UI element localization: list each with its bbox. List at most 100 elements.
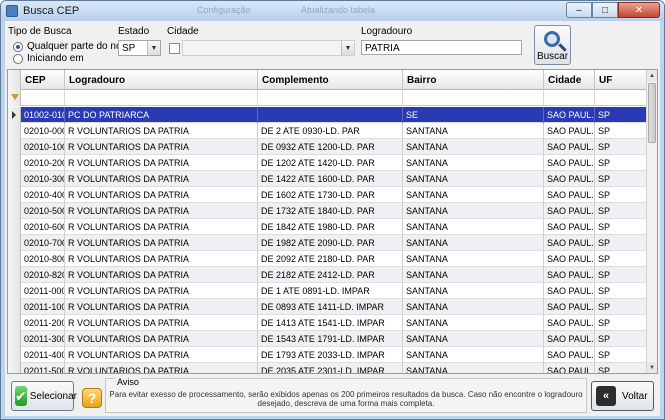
table-cell[interactable]: 02011-100 <box>21 299 65 315</box>
row-header[interactable] <box>8 155 21 171</box>
filter-cell[interactable] <box>544 90 595 106</box>
table-cell[interactable]: SAO PAUL... <box>544 347 595 363</box>
table-cell[interactable]: R VOLUNTARIOS DA PATRIA <box>65 235 258 251</box>
table-row[interactable]: 02011-200 R VOLUNTARIOS DA PATRIA DE 1413 … <box>8 315 648 331</box>
title-bar[interactable]: Busca CEP Configuração Atualizando tabel… <box>1 1 664 21</box>
table-cell[interactable]: SANTANA <box>403 187 544 203</box>
table-cell[interactable]: SAO PAUL... <box>544 235 595 251</box>
table-row[interactable]: 02010-700 R VOLUNTARIOS DA PATRIA DE 1982 … <box>8 235 648 251</box>
table-cell[interactable]: DE 1842 ATE 1980-LD. PAR <box>258 219 403 235</box>
table-row-selected[interactable]: 01002-010 PC DO PATRIARCA SE SAO PAUL... SP <box>8 107 648 123</box>
logradouro-input[interactable]: PATRIA <box>361 40 522 55</box>
table-cell[interactable]: SP <box>595 235 648 251</box>
table-cell[interactable]: DE 1202 ATE 1420-LD. PAR <box>258 155 403 171</box>
filter-cell[interactable] <box>21 90 65 106</box>
table-cell[interactable]: SP <box>595 363 648 373</box>
maximize-button[interactable]: □ <box>592 2 618 18</box>
table-cell[interactable]: SANTANA <box>403 171 544 187</box>
close-button[interactable]: ✕ <box>618 2 660 18</box>
table-cell[interactable]: SAO PAUL... <box>544 315 595 331</box>
table-row[interactable]: 02010-600 R VOLUNTARIOS DA PATRIA DE 1842 … <box>8 219 648 235</box>
table-cell[interactable]: 02010-500 <box>21 203 65 219</box>
row-header[interactable] <box>8 171 21 187</box>
row-header[interactable] <box>8 187 21 203</box>
row-header[interactable] <box>8 283 21 299</box>
table-cell[interactable]: SANTANA <box>403 283 544 299</box>
table-row[interactable]: 02011-300 R VOLUNTARIOS DA PATRIA DE 1543 … <box>8 331 648 347</box>
table-cell[interactable]: DE 1422 ATE 1600-LD. PAR <box>258 171 403 187</box>
row-header[interactable] <box>8 107 21 123</box>
table-row[interactable]: 02011-400 R VOLUNTARIOS DA PATRIA DE 1793 … <box>8 347 648 363</box>
table-cell[interactable]: SANTANA <box>403 251 544 267</box>
table-cell[interactable]: SANTANA <box>403 155 544 171</box>
vertical-scrollbar[interactable]: ▲ ▼ <box>646 70 657 373</box>
table-cell[interactable]: SAO PAUL... <box>544 331 595 347</box>
table-row[interactable]: 02011-100 R VOLUNTARIOS DA PATRIA DE 0893 … <box>8 299 648 315</box>
table-cell[interactable]: SP <box>595 267 648 283</box>
table-cell[interactable]: R VOLUNTARIOS DA PATRIA <box>65 331 258 347</box>
col-header-uf[interactable]: UF <box>595 70 648 90</box>
table-cell[interactable]: SANTANA <box>403 203 544 219</box>
table-cell[interactable]: DE 1602 ATE 1730-LD. PAR <box>258 187 403 203</box>
table-cell[interactable]: SAO PAUL... <box>544 139 595 155</box>
table-cell[interactable]: DE 1543 ATE 1791-LD. IMPAR <box>258 331 403 347</box>
table-cell[interactable]: DE 1732 ATE 1840-LD. PAR <box>258 203 403 219</box>
table-cell[interactable]: SP <box>595 171 648 187</box>
table-cell[interactable]: SANTANA <box>403 315 544 331</box>
table-cell[interactable]: SANTANA <box>403 299 544 315</box>
scroll-up-icon[interactable]: ▲ <box>647 70 657 81</box>
table-cell[interactable]: R VOLUNTARIOS DA PATRIA <box>65 123 258 139</box>
filter-cell[interactable] <box>595 90 648 106</box>
row-header[interactable] <box>8 267 21 283</box>
col-header-logradouro[interactable]: Logradouro <box>65 70 258 90</box>
table-cell[interactable]: DE 2035 ATE 2301-LD. IMPAR <box>258 363 403 373</box>
table-cell[interactable]: DE 1 ATE 0891-LD. IMPAR <box>258 283 403 299</box>
table-cell[interactable]: SAO PAUL... <box>544 107 595 123</box>
table-cell[interactable]: SANTANA <box>403 267 544 283</box>
table-cell[interactable]: 02010-000 <box>21 123 65 139</box>
seleciona-button[interactable]: ✔ Selecionar <box>11 381 77 411</box>
scroll-thumb[interactable] <box>648 83 656 143</box>
table-cell[interactable]: SAO PAUL... <box>544 251 595 267</box>
table-cell[interactable]: SANTANA <box>403 139 544 155</box>
table-cell[interactable]: R VOLUNTARIOS DA PATRIA <box>65 203 258 219</box>
table-cell[interactable]: DE 1793 ATE 2033-LD. IMPAR <box>258 347 403 363</box>
table-cell[interactable]: DE 2092 ATE 2180-LD. PAR <box>258 251 403 267</box>
table-cell[interactable]: 02010-820 <box>21 267 65 283</box>
table-cell[interactable]: R VOLUNTARIOS DA PATRIA <box>65 315 258 331</box>
table-cell[interactable]: SP <box>595 347 648 363</box>
voltar-button[interactable]: « Voltar <box>591 381 654 411</box>
table-cell[interactable]: 02010-300 <box>21 171 65 187</box>
table-row[interactable]: 02011-000 R VOLUNTARIOS DA PATRIA DE 1 ATE… <box>8 283 648 299</box>
table-cell[interactable]: SAO PAUL... <box>544 299 595 315</box>
table-cell[interactable]: SP <box>595 219 648 235</box>
row-header[interactable] <box>8 123 21 139</box>
table-cell[interactable]: DE 1413 ATE 1541-LD. IMPAR <box>258 315 403 331</box>
table-row[interactable]: 02010-100 R VOLUNTARIOS DA PATRIA DE 0932 … <box>8 139 648 155</box>
table-cell[interactable]: 02011-400 <box>21 347 65 363</box>
table-cell[interactable]: 02011-300 <box>21 331 65 347</box>
table-cell[interactable]: R VOLUNTARIOS DA PATRIA <box>65 187 258 203</box>
table-cell[interactable]: SP <box>595 155 648 171</box>
buscar-button[interactable]: Buscar <box>534 25 571 65</box>
table-cell[interactable]: R VOLUNTARIOS DA PATRIA <box>65 347 258 363</box>
row-header[interactable] <box>8 299 21 315</box>
table-cell[interactable]: 02011-500 <box>21 363 65 373</box>
table-cell[interactable]: SANTANA <box>403 219 544 235</box>
table-row[interactable]: 02010-800 R VOLUNTARIOS DA PATRIA DE 2092 … <box>8 251 648 267</box>
table-cell[interactable]: SAO PAUL... <box>544 283 595 299</box>
table-cell[interactable]: SP <box>595 315 648 331</box>
table-cell[interactable]: DE 2 ATE 0930-LD. PAR <box>258 123 403 139</box>
table-cell[interactable]: SANTANA <box>403 123 544 139</box>
table-cell[interactable]: SANTANA <box>403 235 544 251</box>
table-cell[interactable]: R VOLUNTARIOS DA PATRIA <box>65 267 258 283</box>
table-cell[interactable]: DE 0893 ATE 1411-LD. IMPAR <box>258 299 403 315</box>
table-cell[interactable]: SAO PAUL... <box>544 155 595 171</box>
filter-cell[interactable] <box>258 90 403 106</box>
table-cell[interactable]: SP <box>595 331 648 347</box>
table-cell[interactable]: SP <box>595 283 648 299</box>
estado-select[interactable]: SP ▼ <box>118 40 161 56</box>
table-cell[interactable]: SP <box>595 123 648 139</box>
filter-cell[interactable] <box>403 90 544 106</box>
table-row[interactable]: 02010-820 R VOLUNTARIOS DA PATRIA DE 2182 … <box>8 267 648 283</box>
